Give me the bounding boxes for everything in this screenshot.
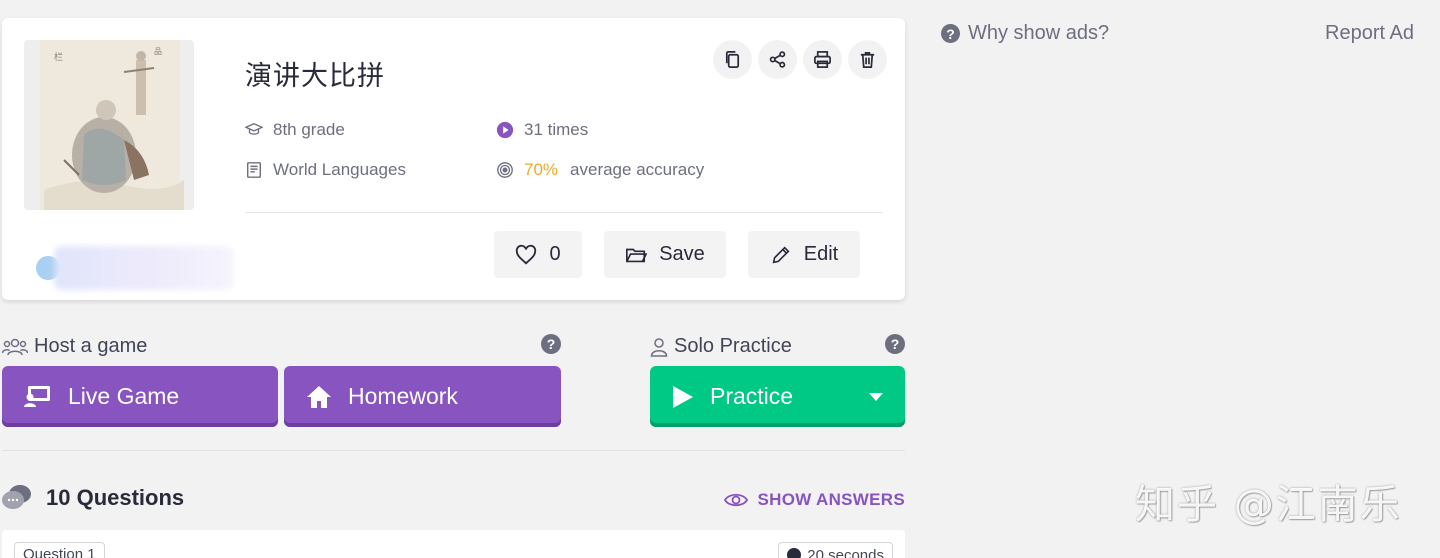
- watermark: 知乎 @江南乐: [1135, 482, 1402, 528]
- solo-practice-label: Solo Practice: [650, 335, 792, 358]
- questions-count: 10 Questions: [46, 485, 185, 510]
- accuracy-info: 70% average accuracy: [496, 160, 704, 180]
- solo-practice-text: Solo Practice: [674, 335, 792, 357]
- grad-cap-icon: [245, 121, 263, 139]
- card-divider: [245, 212, 883, 213]
- show-answers-toggle[interactable]: SHOW ANSWERS: [723, 490, 905, 510]
- book-icon: [245, 161, 263, 179]
- folder-icon: [626, 248, 648, 262]
- play-circle-icon: [496, 121, 514, 139]
- grade-text: 8th grade: [273, 120, 345, 139]
- live-game-label: Live Game: [68, 383, 180, 409]
- accuracy-value: 70%: [524, 160, 559, 179]
- why-show-ads-link[interactable]: ? Why show ads?: [941, 22, 1109, 45]
- report-ad-link[interactable]: Report Ad: [1325, 22, 1414, 45]
- section-divider: [2, 450, 905, 451]
- question-time-tag: 20 seconds: [778, 542, 893, 558]
- like-button[interactable]: 0: [494, 231, 582, 278]
- host-game-text: Host a game: [34, 335, 148, 357]
- copy-button[interactable]: [713, 40, 752, 79]
- target-icon: [496, 161, 514, 179]
- delete-button[interactable]: [848, 40, 887, 79]
- grade-info: 8th grade: [245, 120, 345, 140]
- pencil-icon: [772, 245, 790, 263]
- question-number-tag: Question 1: [14, 542, 105, 558]
- save-label: Save: [659, 243, 705, 265]
- quiz-cover-image: 栏 品: [24, 40, 194, 210]
- quiz-card: 栏 品 演讲大比拼 8th grade World Languages 31 t…: [2, 18, 905, 300]
- edit-label: Edit: [803, 243, 839, 265]
- question-card[interactable]: Question 1 20 seconds: [2, 530, 905, 558]
- share-icon: [769, 51, 786, 68]
- host-game-label: Host a game: [2, 335, 147, 358]
- plays-info: 31 times: [496, 120, 588, 140]
- accuracy-label: average accuracy: [570, 160, 705, 179]
- homework-label: Homework: [348, 383, 458, 409]
- projector-icon: [24, 385, 50, 407]
- eye-icon: [723, 493, 748, 507]
- practice-label: Practice: [710, 383, 794, 409]
- live-game-button[interactable]: Live Game: [2, 366, 278, 427]
- host-help-icon[interactable]: ?: [541, 334, 561, 354]
- practice-button[interactable]: Practice: [650, 366, 905, 427]
- homework-button[interactable]: Homework: [284, 366, 561, 427]
- caret-down-icon[interactable]: [869, 392, 883, 401]
- play-icon: [673, 385, 693, 408]
- svg-text:栏: 栏: [54, 51, 63, 63]
- user-icon: [650, 337, 668, 357]
- show-answers-label: SHOW ANSWERS: [757, 490, 905, 509]
- help-icon: ?: [941, 24, 960, 43]
- subject-text: World Languages: [273, 160, 406, 179]
- quiz-title: 演讲大比拼: [245, 61, 385, 92]
- plays-text: 31 times: [524, 120, 589, 139]
- svg-text:品: 品: [154, 47, 162, 56]
- author-name-blurred: [54, 246, 234, 290]
- heart-icon: [516, 244, 537, 264]
- share-button[interactable]: [758, 40, 797, 79]
- edit-button[interactable]: Edit: [748, 231, 860, 278]
- print-icon: [814, 51, 831, 68]
- quiz-toolbar: [713, 40, 887, 79]
- speech-bubble-icon: [2, 485, 31, 509]
- like-count: 0: [549, 243, 561, 265]
- home-icon: [307, 385, 331, 408]
- print-button[interactable]: [803, 40, 842, 79]
- clock-icon: [787, 548, 802, 558]
- solo-help-icon[interactable]: ?: [885, 334, 905, 354]
- save-button[interactable]: Save: [604, 231, 726, 278]
- users-icon: [2, 338, 28, 355]
- question-time-text: 20 seconds: [807, 546, 884, 558]
- delete-icon: [860, 51, 875, 68]
- why-show-ads-text: Why show ads?: [968, 22, 1110, 44]
- questions-header: 10 Questions: [2, 484, 184, 512]
- copy-icon: [725, 51, 740, 68]
- subject-info: World Languages: [245, 160, 406, 180]
- author-info[interactable]: [36, 236, 236, 290]
